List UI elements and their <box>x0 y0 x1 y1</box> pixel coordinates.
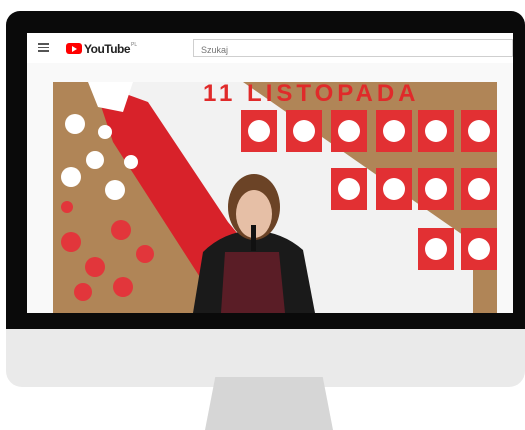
search-input[interactable] <box>193 39 513 57</box>
hamburger-menu-icon[interactable] <box>38 43 49 52</box>
youtube-play-icon <box>66 43 82 54</box>
monitor: YouTube PL 11 LISTOPADA <box>6 11 525 387</box>
logo-region: PL <box>131 42 138 48</box>
video-player[interactable]: 11 LISTOPADA <box>53 82 497 313</box>
video-frame: 11 LISTOPADA <box>53 82 497 313</box>
logo-text: YouTube <box>84 41 131 56</box>
monitor-bezel: YouTube PL 11 LISTOPADA <box>6 11 525 329</box>
youtube-logo[interactable]: YouTube PL <box>66 41 138 56</box>
banner-text: 11 LISTOPADA <box>203 82 420 107</box>
screen: YouTube PL 11 LISTOPADA <box>27 33 513 313</box>
monitor-stand <box>205 377 333 430</box>
youtube-header: YouTube PL <box>27 33 513 63</box>
